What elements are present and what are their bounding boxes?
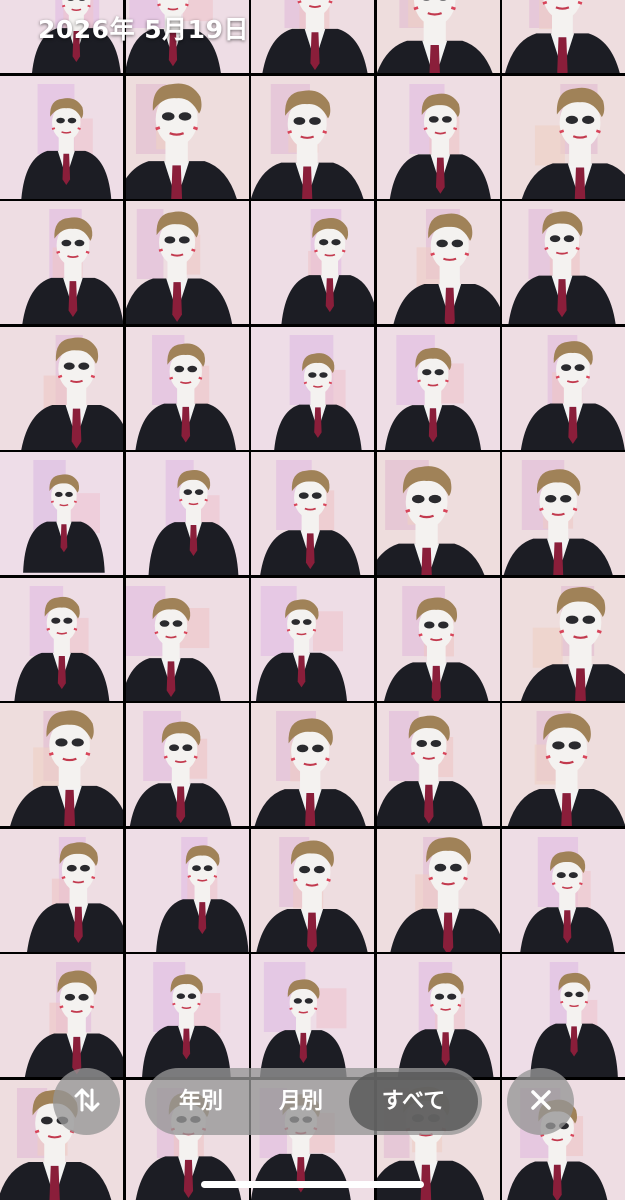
- segment-all[interactable]: すべて: [349, 1072, 478, 1131]
- photo-thumbnail[interactable]: [502, 75, 625, 199]
- photo-thumbnail[interactable]: [502, 452, 625, 575]
- sort-button[interactable]: [53, 1068, 120, 1135]
- photo-thumbnail[interactable]: [0, 703, 123, 826]
- photo-thumbnail[interactable]: [376, 954, 500, 1077]
- photo-thumbnail[interactable]: [125, 577, 249, 701]
- photo-thumbnail[interactable]: [376, 703, 500, 826]
- photo-thumbnail[interactable]: [376, 75, 500, 199]
- segment-month[interactable]: 月別: [249, 1072, 353, 1131]
- home-indicator: [201, 1181, 424, 1188]
- close-button[interactable]: [507, 1068, 574, 1135]
- close-icon: [528, 1087, 554, 1117]
- photo-thumbnail[interactable]: [0, 954, 123, 1077]
- photo-thumbnail[interactable]: [502, 828, 625, 952]
- photo-thumbnail[interactable]: [0, 75, 123, 199]
- photo-thumbnail[interactable]: [376, 326, 500, 450]
- photo-thumbnail[interactable]: [0, 326, 123, 450]
- photo-thumbnail[interactable]: [502, 577, 625, 701]
- photo-thumbnail[interactable]: [251, 577, 374, 701]
- view-segmented-control: 年別 月別 すべて: [145, 1068, 482, 1135]
- photo-thumbnail[interactable]: [376, 577, 500, 701]
- photo-thumbnail[interactable]: [251, 201, 374, 324]
- photo-thumbnail[interactable]: [0, 452, 123, 575]
- photo-thumbnail[interactable]: [0, 828, 123, 952]
- photo-grid[interactable]: [0, 0, 625, 1200]
- photo-thumbnail[interactable]: [502, 0, 625, 73]
- photo-thumbnail[interactable]: [376, 201, 500, 324]
- photo-thumbnail[interactable]: [251, 452, 374, 575]
- photo-thumbnail[interactable]: [251, 0, 374, 73]
- photo-thumbnail[interactable]: [0, 577, 123, 701]
- photo-thumbnail[interactable]: [125, 828, 249, 952]
- photo-thumbnail[interactable]: [251, 75, 374, 199]
- sort-arrows-icon: [72, 1085, 102, 1119]
- photo-thumbnail[interactable]: [251, 703, 374, 826]
- photo-thumbnail[interactable]: [0, 201, 123, 324]
- photo-thumbnail[interactable]: [125, 954, 249, 1077]
- segment-year[interactable]: 年別: [149, 1072, 253, 1131]
- photo-thumbnail[interactable]: [125, 75, 249, 199]
- photo-thumbnail[interactable]: [376, 452, 500, 575]
- photo-thumbnail[interactable]: [502, 326, 625, 450]
- photo-library-screen: 2026年 5月19日 年別 月別 すべて: [0, 0, 625, 1200]
- date-header: 2026年 5月19日: [38, 15, 249, 44]
- photo-thumbnail[interactable]: [502, 703, 625, 826]
- photo-thumbnail[interactable]: [125, 452, 249, 575]
- photo-thumbnail[interactable]: [125, 703, 249, 826]
- photo-thumbnail[interactable]: [502, 201, 625, 324]
- photo-thumbnail[interactable]: [251, 828, 374, 952]
- photo-thumbnail[interactable]: [125, 201, 249, 324]
- photo-thumbnail[interactable]: [376, 828, 500, 952]
- photo-thumbnail[interactable]: [502, 954, 625, 1077]
- photo-thumbnail[interactable]: [125, 326, 249, 450]
- photo-thumbnail[interactable]: [251, 954, 374, 1077]
- photo-thumbnail[interactable]: [251, 326, 374, 450]
- photo-thumbnail[interactable]: [376, 0, 500, 73]
